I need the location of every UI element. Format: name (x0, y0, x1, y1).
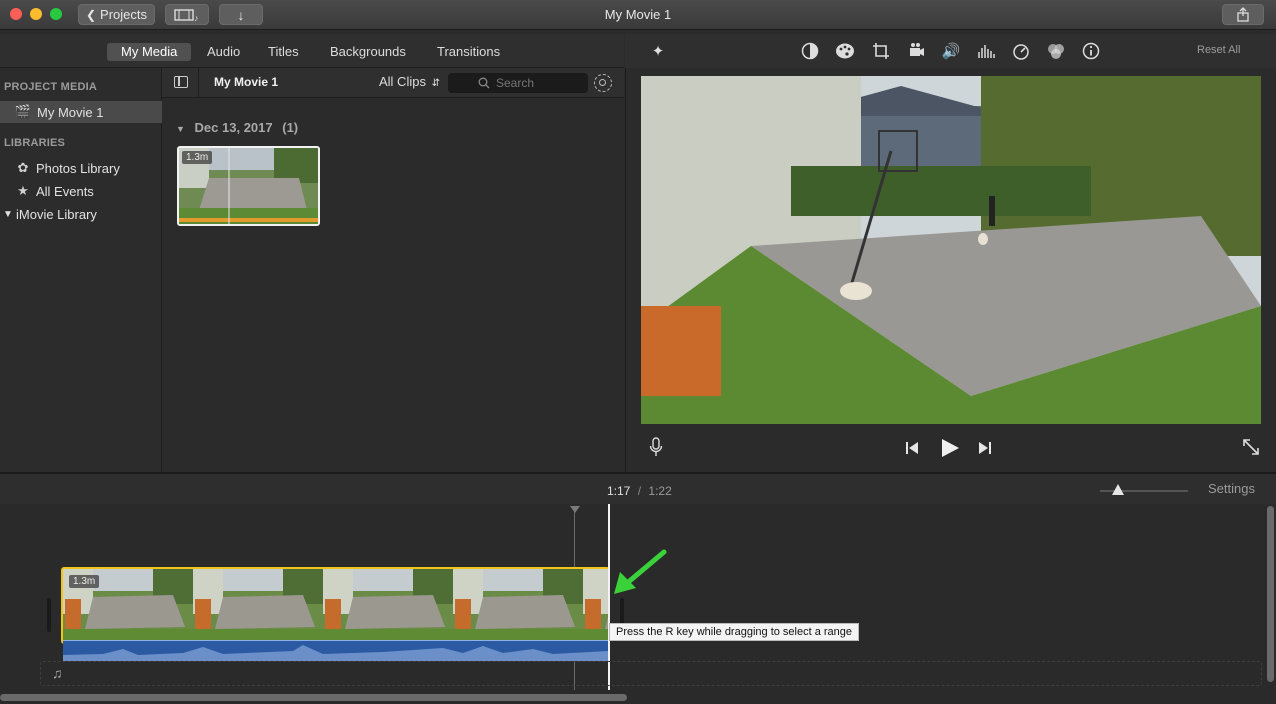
share-button[interactable] (1222, 4, 1264, 25)
tab-backgrounds[interactable]: Backgrounds (316, 43, 420, 61)
window-title: My Movie 1 (604, 7, 672, 22)
project-media-heading: PROJECT MEDIA (4, 81, 98, 93)
browser-toolbar: My Movie 1 All Clips ⇵ Search (162, 68, 624, 98)
play-button[interactable] (940, 438, 960, 463)
timeline-clip[interactable]: 1.3m (61, 567, 610, 644)
browser-title: My Movie 1 (214, 75, 279, 89)
viewer-toolbar: ✦ 🔊 Reset All (625, 34, 1276, 68)
clip-duration-badge: 1.3m (182, 151, 213, 164)
clip-filmstrip (63, 569, 608, 642)
media-clip-thumbnail[interactable]: 1.3m (177, 146, 320, 226)
zoom-slider[interactable] (1100, 484, 1188, 495)
skip-forward-button[interactable] (978, 441, 992, 460)
total-time: 1:22 (648, 484, 672, 498)
tab-transitions[interactable]: Transitions (423, 43, 514, 61)
timecode: 1:17 / 1:22 (607, 484, 672, 498)
sidebar-item-photos-library[interactable]: ✿ Photos Library (0, 157, 162, 179)
share-icon (1237, 7, 1249, 22)
gear-icon[interactable] (594, 74, 612, 92)
title-bar: ❮ Projects ♪ ↓ My Movie 1 (0, 0, 1276, 30)
timeline[interactable]: 1.3m ♫ (0, 504, 1276, 704)
video-frame-image (641, 76, 1261, 424)
volume-icon[interactable]: 🔊 (941, 42, 961, 62)
tab-audio[interactable]: Audio (193, 43, 254, 61)
flower-icon: ✿ (17, 160, 29, 175)
speed-icon[interactable] (1011, 42, 1031, 62)
search-icon (478, 77, 490, 89)
search-input[interactable]: Search (448, 73, 588, 93)
media-browser: My Movie 1 All Clips ⇵ Search ▼ Dec 13, … (162, 68, 624, 472)
sidebar-toggle-icon[interactable] (174, 76, 188, 88)
music-track[interactable]: ♫ (40, 661, 1262, 686)
green-arrow-annotation (614, 549, 667, 594)
reset-all-button[interactable]: Reset All (1197, 44, 1240, 56)
clip-audio-track[interactable] (63, 640, 608, 661)
microphone-icon[interactable] (649, 437, 663, 462)
event-header[interactable]: ▼ Dec 13, 2017 (1) (176, 120, 298, 135)
disclosure-triangle-icon[interactable]: ▼ (3, 209, 15, 220)
color-palette-icon[interactable] (835, 42, 855, 62)
clapper-icon: 🎬 (14, 104, 32, 119)
timeline-header: 1:17 / 1:22 Settings (0, 472, 1276, 504)
media-tabs: My Media Audio Titles Backgrounds Transi… (0, 34, 624, 68)
tab-titles[interactable]: Titles (254, 43, 313, 61)
filter-icon[interactable] (1046, 42, 1066, 62)
zoom-slider-thumb[interactable] (1112, 484, 1124, 495)
current-time: 1:17 (607, 484, 631, 498)
info-icon[interactable] (1081, 42, 1101, 62)
crop-icon[interactable] (871, 42, 891, 62)
waveform-image (63, 645, 608, 661)
viewer-panel (625, 68, 1276, 472)
sidebar-item-my-movie[interactable]: 🎬 My Movie 1 (0, 101, 162, 123)
updown-chevron-icon: ⇵ (431, 78, 440, 89)
horizontal-scrollbar[interactable] (0, 694, 627, 701)
equalizer-icon[interactable] (976, 42, 996, 62)
magic-wand-icon[interactable]: ✦ (648, 42, 668, 62)
timeline-settings-button[interactable]: Settings (1208, 481, 1255, 496)
star-icon: ★ (17, 183, 29, 198)
sidebar-item-all-events[interactable]: ★ All Events (0, 180, 162, 202)
stabilization-icon[interactable] (906, 42, 926, 62)
drag-range-tooltip: Press the R key while dragging to select… (609, 623, 860, 641)
sidebar-item-imovie-library[interactable]: ▼ iMovie Library (0, 203, 162, 225)
vertical-scrollbar[interactable] (1267, 506, 1274, 682)
libraries-sidebar: PROJECT MEDIA 🎬 My Movie 1 LIBRARIES ✿ P… (0, 68, 162, 472)
skip-back-button[interactable] (905, 441, 919, 460)
skimmer-marker (570, 506, 580, 513)
tab-my-media[interactable]: My Media (107, 43, 192, 61)
timeline-start-handle[interactable] (47, 598, 51, 632)
fullscreen-icon[interactable] (1242, 438, 1260, 461)
libraries-heading: LIBRARIES (4, 137, 66, 149)
disclosure-triangle-icon: ▼ (176, 124, 185, 134)
video-preview[interactable] (641, 76, 1261, 424)
music-note-icon: ♫ (52, 665, 63, 681)
color-balance-icon[interactable] (800, 42, 820, 62)
clip-filter-select[interactable]: All Clips ⇵ (379, 74, 440, 89)
timeline-clip-duration-badge: 1.3m (69, 575, 100, 588)
